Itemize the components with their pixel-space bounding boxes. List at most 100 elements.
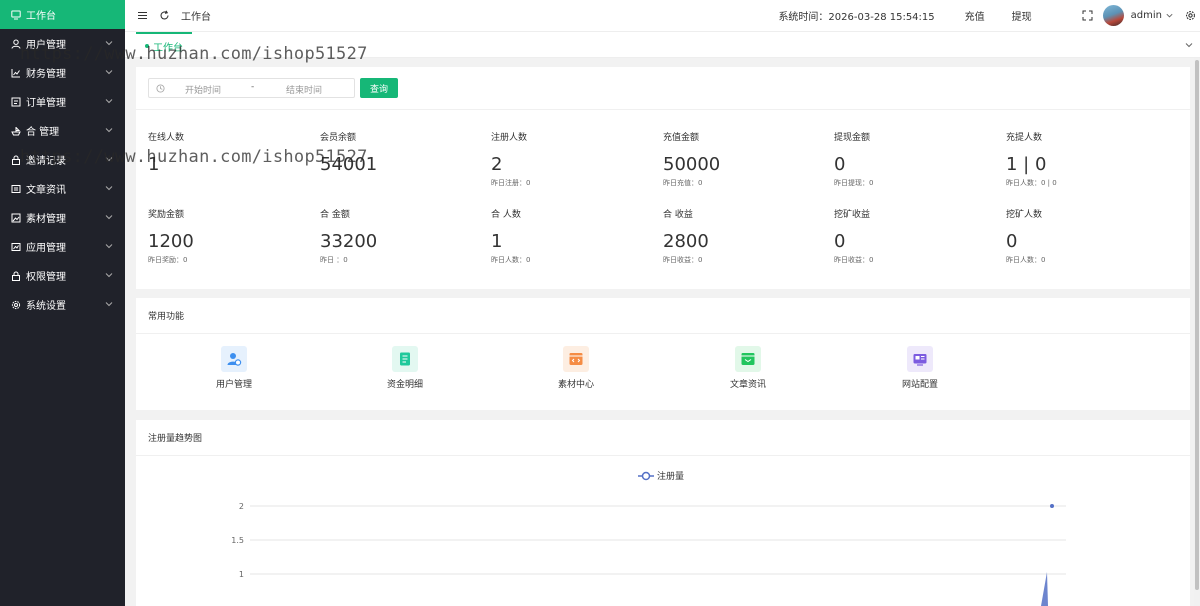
- stat-value: 0: [834, 154, 846, 175]
- config-card-icon: [907, 346, 933, 372]
- user-manage-icon: [221, 346, 247, 372]
- shortcut-user-manage[interactable]: 用户管理: [194, 346, 274, 390]
- shortcut-label: 资金明细: [386, 380, 423, 390]
- sidebar-item-label: 工作台: [26, 11, 56, 22]
- legend-label: 注册量: [657, 470, 684, 482]
- sidebar-item-apps[interactable]: 应用管理: [0, 232, 125, 261]
- chevron-down-icon: [105, 302, 113, 307]
- stat-value: 1200: [148, 231, 194, 252]
- query-button[interactable]: 查询: [360, 78, 398, 98]
- menu-toggle-icon[interactable]: [137, 10, 148, 21]
- sidebar-item-materials[interactable]: 素材管理: [0, 203, 125, 232]
- stat-sub: 昨日 ：0: [320, 256, 348, 264]
- shortcut-materials[interactable]: 素材中心: [536, 346, 616, 390]
- stat-label: 充值金额: [663, 133, 700, 143]
- watermark-text: https://www.huzhan.com/ishop51527: [20, 44, 368, 64]
- chevron-down-icon: [105, 244, 113, 249]
- page-scrollbar[interactable]: [1194, 58, 1200, 606]
- stat-item: 注册人数 2 昨日注册：0: [491, 130, 651, 187]
- avatar[interactable]: [1102, 5, 1124, 26]
- image-icon: [11, 213, 21, 223]
- shortcut-site-config[interactable]: 网站配置: [880, 346, 960, 390]
- clock-icon: [156, 84, 165, 93]
- data-point[interactable]: [1050, 504, 1054, 508]
- stat-value: 0: [1006, 231, 1018, 252]
- withdraw-link[interactable]: 提现: [1012, 8, 1032, 23]
- sidebar-item-permissions[interactable]: 权限管理: [0, 261, 125, 290]
- stat-value: 2: [491, 154, 503, 175]
- stat-sub: 昨日收益：0: [663, 256, 703, 264]
- chart-icon: [11, 68, 21, 78]
- range-separator: -: [251, 82, 255, 92]
- chart-title: 注册量趋势图: [136, 420, 1190, 456]
- stat-label: 挖矿人数: [1006, 210, 1043, 220]
- shortcut-label: 用户管理: [215, 380, 252, 390]
- sidebar-item-label: 订单管理: [26, 98, 66, 109]
- stat-item: 提现金额 0 昨日提现：0: [834, 130, 994, 187]
- stats-card: 开始时间 - 结束时间 查询 在线人数 1 会员余额 54001 注册人数 2 昨日注册：0…: [136, 67, 1190, 289]
- fullscreen-icon[interactable]: [1082, 10, 1093, 21]
- legend-marker: [641, 471, 651, 481]
- ship-icon: [11, 126, 21, 136]
- stat-item: 充提人数 1 | 0 昨日人数：0 | 0: [1006, 130, 1166, 187]
- y-tick-label: 2: [239, 502, 244, 511]
- gear-icon[interactable]: [1185, 10, 1196, 21]
- stat-value: 50000: [663, 154, 721, 175]
- stat-label: 挖矿收益: [834, 210, 871, 220]
- legend-item[interactable]: 注册量: [638, 470, 684, 482]
- order-icon: [11, 97, 21, 107]
- lock-icon: [11, 271, 21, 281]
- shortcut-articles[interactable]: 文章资讯: [708, 346, 788, 390]
- stat-sub: 昨日充值：0: [663, 179, 703, 187]
- stat-item: 挖矿收益 0 昨日收益：0: [834, 207, 994, 264]
- user-menu[interactable]: admin: [1131, 10, 1174, 21]
- chevron-down-icon: [105, 186, 113, 191]
- chevron-down-icon[interactable]: [1184, 40, 1194, 50]
- registration-chart-card: 注册量趋势图 注册量 2 1.5 1: [136, 420, 1190, 606]
- stat-item: 合 收益 2800 昨日收益：0: [663, 207, 823, 264]
- sidebar-item-label: 财务管理: [26, 69, 66, 80]
- sidebar: 工作台 用户管理 财务管理 订单管理 合 管理 邀请记录 文章资讯 素材管理 应…: [0, 0, 125, 606]
- shortcut-funds[interactable]: 资金明细: [365, 346, 445, 390]
- recharge-link[interactable]: 充值: [965, 8, 985, 23]
- scrollbar-thumb[interactable]: [1195, 60, 1199, 590]
- start-time-input[interactable]: 开始时间: [185, 83, 221, 96]
- stat-sub: 昨日人数：0: [1006, 256, 1046, 264]
- sidebar-item-label: 素材管理: [26, 214, 66, 225]
- stat-item: 奖励金额 1200 昨日奖励：0: [148, 207, 308, 264]
- username: admin: [1130, 10, 1162, 21]
- stat-label: 会员余额: [320, 133, 357, 143]
- sidebar-item-label: 合 管理: [26, 127, 60, 138]
- chevron-down-icon: [105, 273, 113, 278]
- gear-icon: [11, 300, 21, 310]
- stat-sub: 昨日提现：0: [834, 179, 874, 187]
- shortcuts-title: 常用功能: [136, 298, 1190, 334]
- chevron-down-icon: [105, 70, 113, 75]
- end-time-input[interactable]: 结束时间: [286, 83, 322, 96]
- refresh-icon[interactable]: [159, 10, 170, 21]
- sidebar-item-settings[interactable]: 系统设置: [0, 290, 125, 319]
- sidebar-item-articles[interactable]: 文章资讯: [0, 174, 125, 203]
- shortcut-label: 网站配置: [901, 380, 938, 390]
- stat-sub: [320, 178, 480, 187]
- sidebar-item-contracts[interactable]: 合 管理: [0, 116, 125, 145]
- shortcuts-card: 常用功能 用户管理 资金明细 素材中心 文章资讯 网站配置: [136, 298, 1190, 410]
- date-range-picker[interactable]: 开始时间 - 结束时间: [148, 78, 355, 98]
- sidebar-item-label: 应用管理: [26, 243, 66, 254]
- shortcut-label: 文章资讯: [729, 380, 766, 390]
- sidebar-item-dashboard[interactable]: 工作台: [0, 0, 125, 29]
- stat-label: 奖励金额: [148, 210, 185, 220]
- stat-value: 2800: [663, 231, 709, 252]
- stat-item: 合 人数 1 昨日人数：0: [491, 207, 651, 264]
- registration-line-chart: 注册量 2 1.5 1: [231, 470, 1066, 606]
- stat-label: 提现金额: [834, 133, 871, 143]
- monitor-icon: [11, 10, 21, 20]
- sidebar-item-label: 权限管理: [26, 272, 66, 283]
- shortcut-label: 素材中心: [557, 380, 594, 390]
- page-title: 工作台: [181, 12, 211, 23]
- stat-value: 1: [491, 231, 503, 252]
- stats-grid: 在线人数 1 会员余额 54001 注册人数 2 昨日注册：0 充值金额 50000 昨日充值：0…: [136, 110, 1190, 289]
- stat-item: 挖矿人数 0 昨日人数：0: [1006, 207, 1166, 264]
- sidebar-item-orders[interactable]: 订单管理: [0, 87, 125, 116]
- sidebar-item-label: 系统设置: [26, 301, 66, 312]
